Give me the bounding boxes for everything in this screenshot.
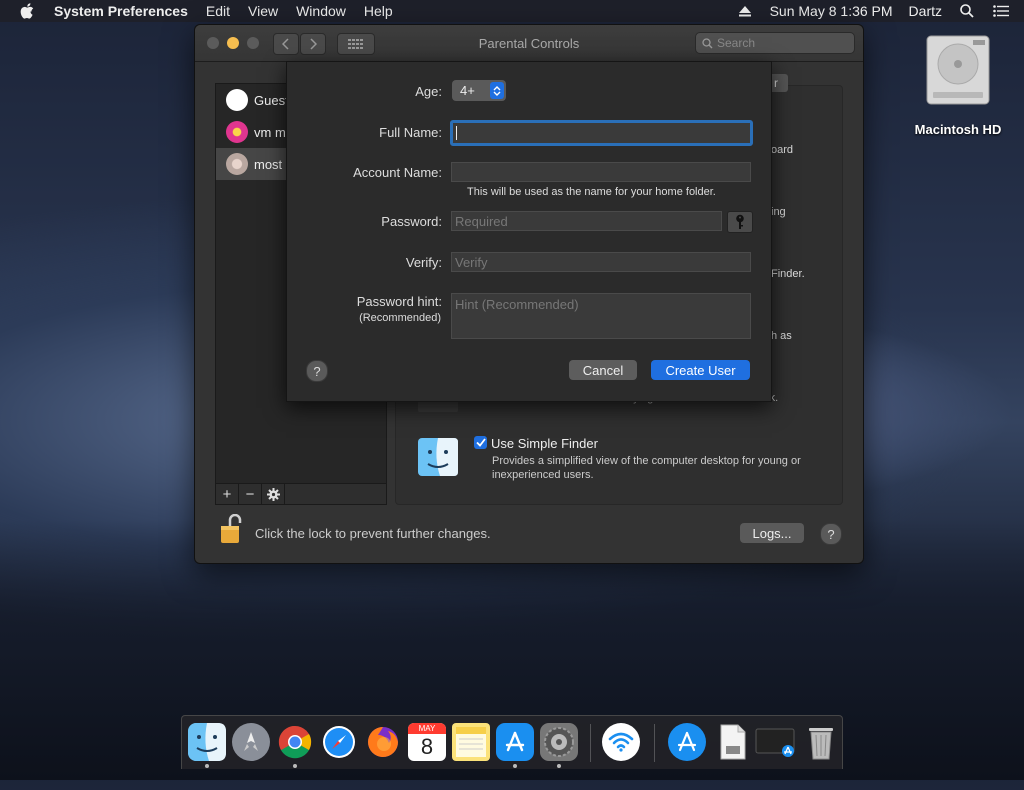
full-name-input[interactable]	[450, 120, 753, 146]
chrome-icon[interactable]	[276, 723, 314, 761]
notification-center-icon[interactable]	[992, 4, 1010, 18]
sheet-help-button[interactable]: ?	[306, 360, 328, 382]
age-label: Age:	[415, 84, 442, 99]
full-name-label: Full Name:	[379, 125, 442, 140]
password-hint-input[interactable]: Hint (Recommended)	[451, 293, 751, 339]
firefox-icon[interactable]	[364, 723, 402, 761]
password-placeholder: Required	[455, 213, 508, 229]
eject-icon[interactable]	[736, 4, 754, 18]
screen-icon[interactable]	[754, 723, 798, 761]
panel-text-fragment: oard	[771, 144, 794, 156]
menu-user[interactable]: Dartz	[909, 3, 942, 19]
dock-separator	[590, 724, 591, 762]
age-popup-button[interactable]: 4+	[452, 80, 506, 101]
dock-separator	[654, 724, 655, 762]
text-caret	[456, 126, 457, 140]
menu-view[interactable]: View	[248, 3, 278, 19]
menu-app-name[interactable]: System Preferences	[54, 3, 188, 19]
hard-drive-icon	[925, 34, 991, 106]
password-hint-label: Password hint:	[356, 294, 442, 309]
gear-icon	[266, 487, 280, 501]
calendar-month: MAY	[408, 723, 446, 734]
user-list-toolbar: + −	[215, 483, 387, 505]
simple-finder-label[interactable]: Use Simple Finder	[491, 436, 598, 451]
verify-input[interactable]: Verify	[451, 252, 751, 272]
logs-button[interactable]: Logs...	[740, 523, 804, 543]
calendar-icon[interactable]: MAY 8	[408, 723, 446, 761]
user-name: Guest	[254, 92, 289, 108]
running-indicator	[513, 764, 517, 768]
search-icon	[702, 37, 713, 49]
apple-menu-icon[interactable]	[18, 3, 36, 19]
panel-text-fragment: h as	[771, 330, 792, 342]
app-store-icon[interactable]	[496, 723, 534, 761]
menu-window[interactable]: Window	[296, 3, 346, 19]
create-user-button[interactable]: Create User	[651, 360, 750, 380]
running-indicator	[557, 764, 561, 768]
wifi-utility-icon[interactable]	[602, 723, 640, 761]
desktop-macintosh-hd[interactable]: Macintosh HD	[906, 34, 1010, 137]
simple-finder-description: Provides a simplified view of the comput…	[492, 455, 801, 481]
verify-placeholder: Verify	[455, 254, 488, 270]
password-label: Password:	[381, 214, 442, 229]
safari-icon[interactable]	[320, 723, 358, 761]
guest-avatar	[226, 89, 248, 111]
app-store-download-icon[interactable]	[668, 723, 706, 761]
launchpad-icon[interactable]	[232, 723, 270, 761]
calendar-day: 8	[420, 734, 434, 759]
menu-help[interactable]: Help	[364, 3, 393, 19]
action-gear-button[interactable]	[262, 484, 285, 504]
notes-icon[interactable]	[452, 723, 490, 761]
popup-stepper-icon	[490, 82, 504, 99]
password-hint-sublabel: (Recommended)	[359, 312, 441, 324]
account-name-input[interactable]	[451, 162, 751, 182]
verify-label: Verify:	[405, 255, 442, 270]
add-user-button[interactable]: +	[216, 484, 239, 504]
trash-icon[interactable]	[802, 723, 840, 761]
panel-text-fragment: Finder.	[771, 268, 805, 280]
search-field[interactable]: Search	[695, 32, 855, 54]
age-value: 4+	[460, 83, 475, 98]
dock: MAY 8	[181, 715, 843, 769]
account-name-hint: This will be used as the name for your h…	[467, 186, 716, 198]
menu-clock[interactable]: Sun May 8 1:36 PM	[770, 3, 893, 19]
finder-icon[interactable]	[188, 723, 226, 761]
flower-avatar	[226, 121, 248, 143]
window-help-button[interactable]: ?	[820, 523, 842, 545]
system-preferences-icon[interactable]	[540, 723, 578, 761]
lock-message: Click the lock to prevent further change…	[255, 526, 491, 541]
spotlight-search-icon[interactable]	[958, 4, 976, 18]
key-icon	[736, 214, 744, 229]
account-name-label: Account Name:	[353, 165, 442, 180]
running-indicator	[293, 764, 297, 768]
unlocked-padlock-icon[interactable]	[220, 513, 242, 544]
new-user-sheet	[286, 61, 772, 402]
menu-bar: System Preferences Edit View Window Help…	[0, 0, 1024, 22]
search-placeholder: Search	[717, 36, 756, 50]
remove-user-button[interactable]: −	[239, 484, 262, 504]
hd-label: Macintosh HD	[914, 122, 1002, 137]
running-indicator	[205, 764, 209, 768]
password-assistant-button[interactable]	[727, 211, 753, 233]
password-input[interactable]: Required	[451, 211, 722, 231]
menu-edit[interactable]: Edit	[206, 3, 230, 19]
cancel-button[interactable]: Cancel	[569, 360, 637, 380]
document-icon[interactable]	[714, 723, 752, 761]
checkmark-icon	[475, 438, 486, 447]
simple-finder-checkbox[interactable]	[474, 436, 487, 449]
hint-placeholder: Hint (Recommended)	[455, 297, 579, 312]
window-titlebar[interactable]: Parental Controls Search	[195, 25, 863, 62]
user-name: most r	[254, 156, 291, 172]
simple-finder-icon	[418, 438, 458, 476]
panel-text-fragment: ing	[771, 206, 786, 218]
lotus-avatar	[226, 153, 248, 175]
